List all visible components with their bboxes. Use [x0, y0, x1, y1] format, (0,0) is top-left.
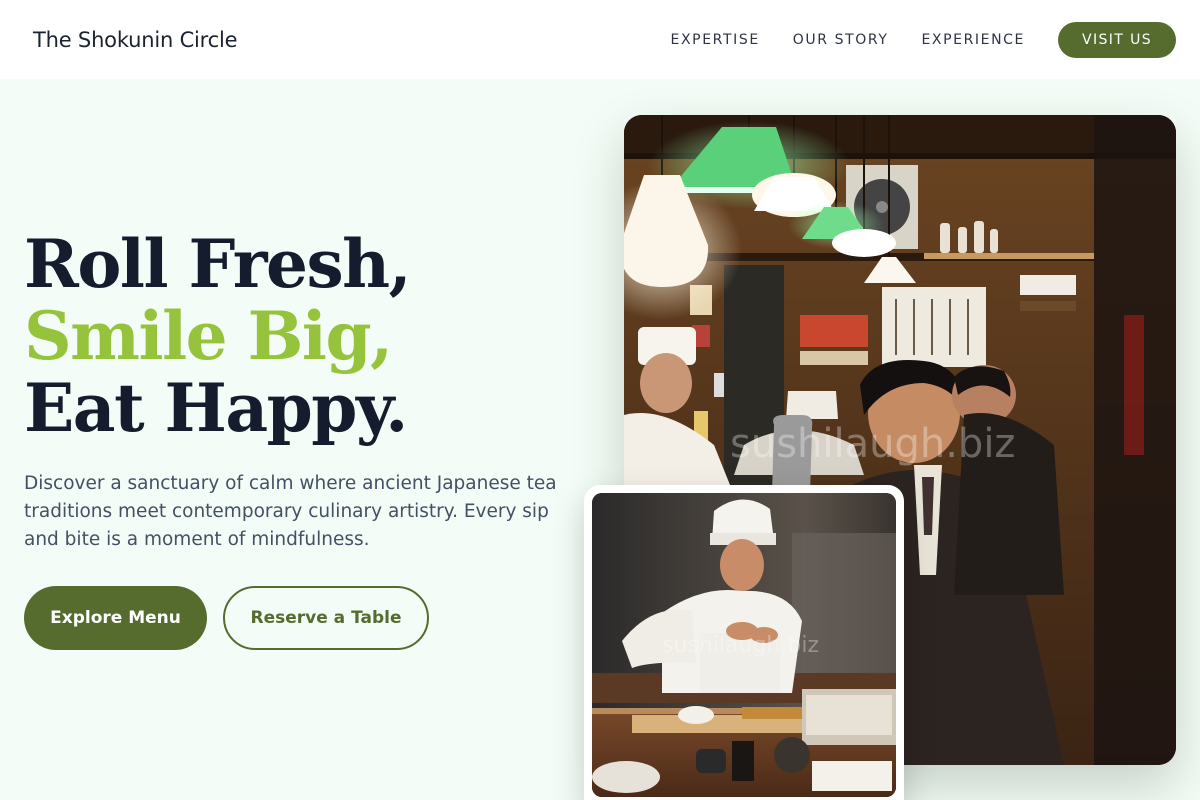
main-photo-watermark: sushilaugh.biz [730, 421, 1016, 467]
nav-link-experience[interactable]: EXPERIENCE [921, 32, 1025, 48]
headline-line-3: Eat Happy. [24, 369, 408, 447]
chef-photo-card: sushilaugh.biz [584, 485, 904, 800]
main-nav: EXPERTISE OUR STORY EXPERIENCE VISIT US [671, 21, 1176, 58]
visit-us-button[interactable]: VISIT US [1058, 21, 1176, 58]
explore-menu-button[interactable]: Explore Menu [24, 586, 207, 650]
small-photo-watermark: sushilaugh.biz [662, 633, 819, 658]
hero-description: Discover a sanctuary of calm where ancie… [24, 473, 557, 550]
nav-link-expertise[interactable]: EXPERTISE [671, 32, 760, 48]
headline-line-1: Roll Fresh, [24, 225, 412, 303]
brand-logo[interactable]: The Shokunin Circle [33, 28, 238, 52]
hero-headline: Roll Fresh, Smile Big, Eat Happy. [24, 225, 412, 447]
site-header: The Shokunin Circle EXPERTISE OUR STORY … [0, 0, 1200, 79]
chef-photo: sushilaugh.biz [592, 493, 896, 797]
nav-link-our-story[interactable]: OUR STORY [793, 32, 889, 48]
headline-line-2: Smile Big, [24, 297, 393, 375]
reserve-table-button[interactable]: Reserve a Table [223, 586, 429, 650]
